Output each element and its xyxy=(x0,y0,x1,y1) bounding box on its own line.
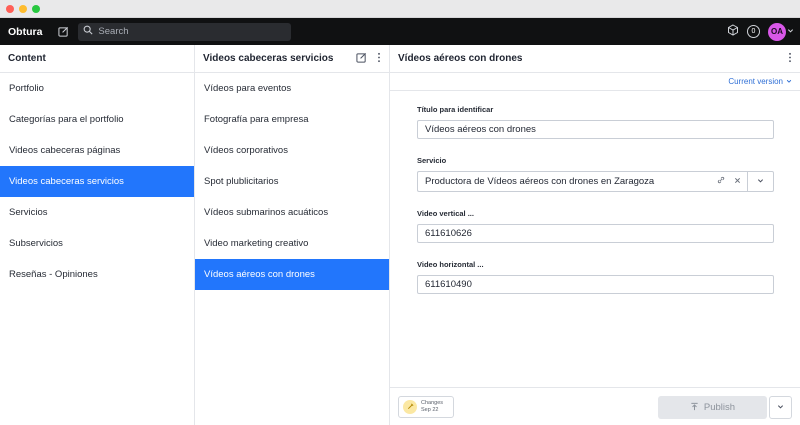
document-list-title: Videos cabeceras servicios xyxy=(203,53,334,64)
title-field: Título para identificar Vídeos aéreos co… xyxy=(417,105,774,139)
list-item[interactable]: Vídeos para eventos xyxy=(195,73,389,104)
package-icon[interactable] xyxy=(727,24,739,39)
link-icon[interactable] xyxy=(717,176,725,187)
vertical-video-field: Video vertical ... 611610626 xyxy=(417,209,774,243)
service-field: Servicio Productora de Vídeos aéreos con… xyxy=(417,156,774,192)
global-search[interactable] xyxy=(78,22,292,41)
chevron-down-icon xyxy=(757,176,764,187)
avatar[interactable]: OA xyxy=(768,22,786,41)
list-item[interactable]: Fotografía para empresa xyxy=(195,104,389,135)
content-type-list: Portfolio Categorías para el portfolio V… xyxy=(0,73,194,290)
title-field-label: Título para identificar xyxy=(417,105,494,114)
user-menu[interactable]: OA xyxy=(768,22,794,41)
close-window-button[interactable] xyxy=(6,4,14,13)
title-input[interactable]: Vídeos aéreos con drones xyxy=(417,120,774,139)
publish-label: Publish xyxy=(703,402,736,413)
service-reference-value: Productora de Vídeos aéreos con drones e… xyxy=(425,176,655,187)
document-form: Título para identificar Vídeos aéreos co… xyxy=(390,91,800,294)
list-item[interactable]: Video marketing creativo xyxy=(195,228,389,259)
list-item-selected[interactable]: Vídeos aéreos con drones xyxy=(195,259,389,290)
document-list-header: Videos cabeceras servicios xyxy=(195,45,389,73)
document-list: Vídeos para eventos Fotografía para empr… xyxy=(195,73,389,290)
content-pane-header: Content xyxy=(0,45,194,73)
document-title: Vídeos aéreos con drones xyxy=(398,53,523,64)
list-item[interactable]: Vídeos corporativos xyxy=(195,135,389,166)
maximize-window-button[interactable] xyxy=(32,4,40,13)
clear-icon[interactable] xyxy=(734,176,741,187)
version-bar: Current version xyxy=(390,73,800,91)
service-reference-menu-button[interactable] xyxy=(747,171,774,192)
content-pane: Content Portfolio Categorías para el por… xyxy=(0,45,195,425)
document-editor-pane: Vídeos aéreos con drones Current version xyxy=(390,45,800,425)
notifications-badge[interactable]: 0 xyxy=(747,25,760,38)
content-item-portfolio[interactable]: Portfolio xyxy=(0,73,194,104)
content-item-videos-paginas[interactable]: Videos cabeceras páginas xyxy=(0,135,194,166)
content-item-resenas[interactable]: Reseñas - Opiniones xyxy=(0,259,194,290)
content-item-videos-servicios[interactable]: Videos cabeceras servicios xyxy=(0,166,194,197)
chevron-down-icon xyxy=(777,402,784,413)
document-footer: Changes Sep 22 Publish xyxy=(390,387,800,425)
chevron-down-icon xyxy=(787,26,794,37)
content-item-categorias[interactable]: Categorías para el portfolio xyxy=(0,104,194,135)
publish-menu-button[interactable] xyxy=(769,396,792,419)
content-item-servicios[interactable]: Servicios xyxy=(0,197,194,228)
desk-panes: Content Portfolio Categorías para el por… xyxy=(0,45,800,425)
horizontal-video-label: Video horizontal ... xyxy=(417,260,484,269)
service-reference-input[interactable]: Productora de Vídeos aéreos con drones e… xyxy=(417,171,747,192)
edit-icon xyxy=(403,399,417,414)
app-topbar: Obtura 0 xyxy=(0,18,800,45)
app-window: Obtura 0 xyxy=(0,0,800,425)
minimize-window-button[interactable] xyxy=(19,4,27,13)
changes-date: Sep 22 xyxy=(421,406,439,413)
more-options-icon[interactable] xyxy=(788,52,792,66)
topbar-actions: 0 OA xyxy=(727,18,794,45)
service-reference: Productora de Vídeos aéreos con drones e… xyxy=(417,171,774,192)
horizontal-video-field: Video horizontal ... 611610490 xyxy=(417,260,774,294)
search-icon xyxy=(83,25,93,38)
version-selector[interactable]: Current version xyxy=(728,77,792,86)
brand-logo[interactable]: Obtura xyxy=(8,26,42,38)
window-titlebar xyxy=(0,0,800,18)
more-options-icon[interactable] xyxy=(377,52,381,66)
list-item[interactable]: Spot plublicitarios xyxy=(195,166,389,197)
vertical-video-label: Video vertical ... xyxy=(417,209,474,218)
service-field-label: Servicio xyxy=(417,156,447,165)
content-pane-title: Content xyxy=(8,53,46,64)
compose-document-icon[interactable] xyxy=(356,52,367,66)
document-editor-header: Vídeos aéreos con drones xyxy=(390,45,800,73)
publish-button[interactable]: Publish xyxy=(658,396,767,419)
publish-icon xyxy=(690,402,699,414)
changes-label: Changes xyxy=(421,399,444,406)
search-input[interactable] xyxy=(98,26,279,37)
document-list-pane: Videos cabeceras servicios Vídeos para e… xyxy=(195,45,390,425)
list-item[interactable]: Vídeos submarinos acuáticos xyxy=(195,197,389,228)
version-label: Current version xyxy=(728,77,783,86)
content-item-subservicios[interactable]: Subservicios xyxy=(0,228,194,259)
chevron-down-icon xyxy=(786,77,792,86)
changes-status-button[interactable]: Changes Sep 22 xyxy=(398,395,454,418)
horizontal-video-input[interactable]: 611610490 xyxy=(417,275,774,294)
compose-icon[interactable] xyxy=(56,25,70,39)
vertical-video-input[interactable]: 611610626 xyxy=(417,224,774,243)
